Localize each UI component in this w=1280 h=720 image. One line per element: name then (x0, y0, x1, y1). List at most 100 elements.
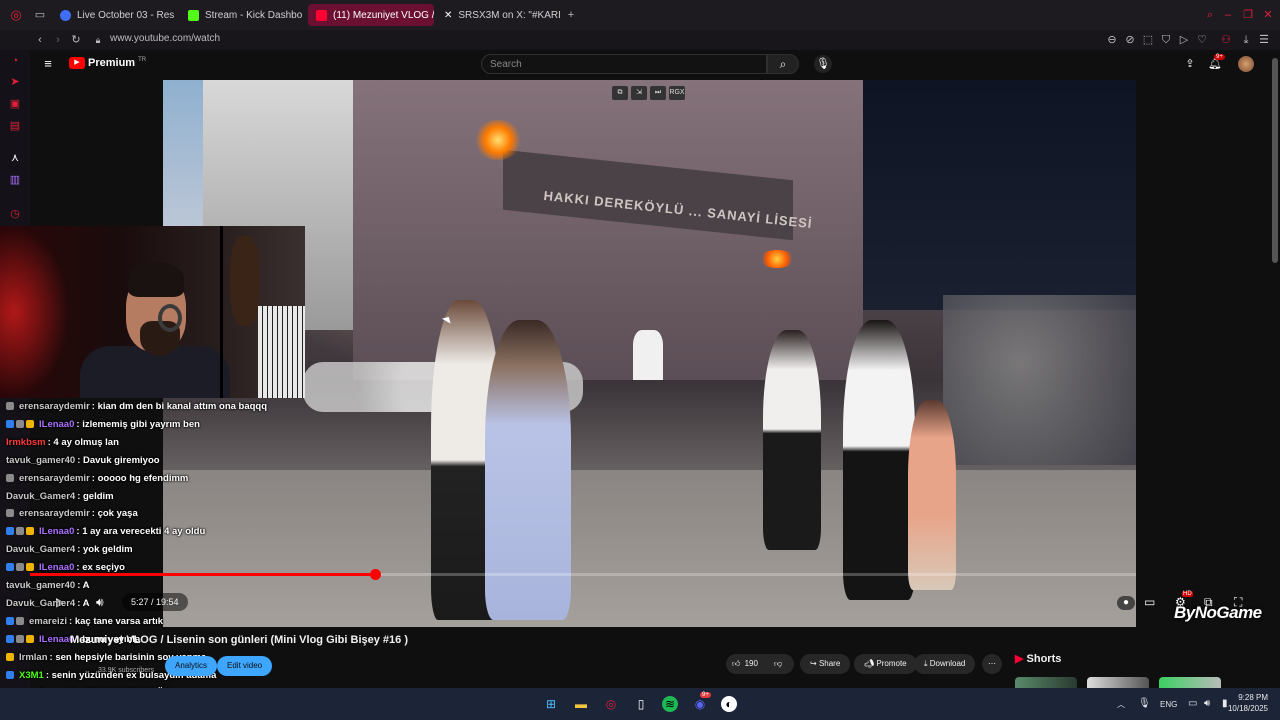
arrow-icon[interactable]: ➤ (9, 76, 21, 88)
progress-scrubber[interactable] (370, 569, 381, 580)
avatar[interactable] (1238, 56, 1254, 72)
start-icon[interactable]: ⊞ (543, 696, 559, 712)
tray-chevron-icon[interactable]: ︿ (1117, 699, 1125, 710)
tab-restream[interactable]: Live October 03 - Restrea (52, 4, 174, 26)
aria-icon[interactable]: ◔ (9, 55, 21, 67)
chat-badges (6, 616, 26, 627)
minimize-icon[interactable]: – (1222, 9, 1234, 21)
more-actions-button[interactable]: ⋯ (982, 654, 1002, 674)
clock-date[interactable]: 10/18/2025 (1226, 704, 1268, 713)
chat-username[interactable]: Davuk_Gamer4 (6, 598, 75, 609)
chat-username[interactable]: ILenaa0 (39, 562, 74, 573)
file-explorer-icon[interactable]: ▬ (573, 696, 589, 712)
spotify-icon[interactable]: ≋ (662, 696, 678, 712)
video-dancer (763, 330, 821, 550)
reload-icon[interactable]: ↻ (70, 34, 82, 46)
chat-username[interactable]: erensaraydemir (19, 401, 90, 412)
microphone-icon[interactable]: 🎙︎ (1138, 698, 1151, 709)
opera-taskbar-icon[interactable]: ◎ (603, 696, 619, 712)
overlay-skip-icon[interactable]: ⏭︎ (650, 86, 666, 100)
workspace-icon[interactable]: ▤ (9, 120, 21, 132)
related-panel (1136, 80, 1280, 627)
obs-icon[interactable]: ◐ (721, 696, 737, 712)
tab-x-post[interactable]: ✕ SRSX3M on X: "#KARDEŞ (436, 4, 560, 26)
chat-username[interactable]: X3M1 (19, 670, 44, 681)
youtube-logo[interactable]: ▶ Premium TR (69, 57, 146, 69)
short-thumbnail[interactable] (1159, 677, 1221, 688)
notepad-icon[interactable]: ▯ (633, 696, 649, 712)
upload-icon[interactable]: ⇪ (1184, 58, 1196, 70)
maximize-icon[interactable]: ❐ (1242, 9, 1254, 21)
workspaces-icon[interactable]: ▭ (34, 9, 46, 21)
edit-video-button[interactable]: Edit video (217, 656, 273, 676)
twitch-icon[interactable]: ▥ (9, 174, 21, 186)
chat-username[interactable]: Davuk_Gamer4 (6, 544, 75, 555)
messenger-icon[interactable]: ▣ (9, 98, 21, 110)
back-icon[interactable]: ‹ (34, 34, 46, 46)
kick-sidebar-icon[interactable]: ⋏ (9, 152, 21, 164)
video-dancer (843, 320, 915, 600)
clock-time[interactable]: 9:28 PM (1238, 693, 1268, 702)
new-tab-icon[interactable]: + (565, 9, 577, 21)
chat-username[interactable]: Davuk_Gamer4 (6, 491, 75, 502)
chat-text: Davuk giremiyoo (83, 454, 160, 466)
speaker-icon[interactable]: 🔊︎ (1204, 698, 1210, 709)
shorts-header[interactable]: ▶ Shorts (1015, 652, 1061, 665)
close-window-icon[interactable]: ✕ (1262, 9, 1274, 21)
chat-username[interactable]: emareizi (29, 616, 67, 627)
dislike-button[interactable]: 👎︎ (774, 654, 782, 674)
short-thumbnail[interactable] (1015, 677, 1077, 688)
zoom-icon[interactable]: ⊖ (1106, 34, 1118, 46)
download-label: Download (929, 659, 966, 668)
analytics-button[interactable]: Analytics (165, 656, 218, 676)
network-icon[interactable]: ▭ (1188, 698, 1197, 709)
share-button[interactable]: ↪ Share (800, 654, 851, 674)
tab-youtube-vlog[interactable]: (11) Mezuniyet VLOG / Lis (308, 4, 434, 26)
search-button[interactable]: ⌕ (767, 54, 799, 74)
subtitles-icon[interactable]: ▭ (1144, 595, 1155, 609)
player-icon[interactable]: ▷ (1178, 34, 1190, 46)
page-scrollbar[interactable] (1272, 58, 1278, 263)
chat-username[interactable]: Irmkbsm (6, 437, 46, 448)
search-tabs-icon[interactable]: ⌕ (1204, 9, 1216, 21)
short-thumbnail[interactable] (1087, 677, 1149, 688)
profile-icon[interactable]: ⚇ (1220, 34, 1232, 46)
promote-button[interactable]: 📣︎ Promote (854, 654, 917, 674)
forward-icon[interactable]: › (52, 34, 64, 46)
overlay-screenshot-icon[interactable]: ⧉ (612, 86, 628, 100)
chat-username[interactable]: tavuk_gamer40 (6, 455, 75, 466)
voice-search-icon[interactable]: 🎙︎ (814, 55, 832, 73)
ad-block-icon[interactable]: ⊘ (1124, 34, 1136, 46)
easy-setup-icon[interactable]: ☰ (1258, 34, 1270, 46)
opera-logo-icon[interactable]: ◎ (10, 8, 22, 21)
vpn-icon[interactable]: ⛉ (1160, 34, 1172, 46)
autoplay-toggle[interactable]: ● (1117, 596, 1135, 610)
chat-username[interactable]: ILenaa0 (39, 526, 74, 537)
search-input[interactable]: Search (481, 54, 767, 74)
overlay-popout-icon[interactable]: ⇲ (631, 86, 647, 100)
video-crowd (943, 295, 1136, 465)
chat-username[interactable]: erensaraydemir (19, 508, 90, 519)
chat-username[interactable]: ILenaa0 (39, 419, 74, 430)
history-icon[interactable]: ◷ (9, 208, 21, 220)
url-field[interactable]: www.youtube.com/watch (110, 33, 220, 44)
like-button[interactable]: 👍︎ 190 (732, 654, 758, 674)
bookmark-heart-icon[interactable]: ♡ (1196, 34, 1208, 46)
snapshot-icon[interactable]: ⬚ (1142, 34, 1154, 46)
chat-badge-icon (16, 634, 24, 643)
discord-icon[interactable]: ◉ (692, 696, 708, 712)
menu-icon[interactable]: ≡ (42, 57, 54, 70)
overlay-rgx-button[interactable]: RGX (669, 86, 685, 100)
tab-kick-dashboard[interactable]: Stream - Kick Dashboard (180, 4, 302, 26)
chat-username[interactable]: Irmlan (19, 652, 48, 663)
language-indicator[interactable]: ENG (1160, 700, 1177, 709)
youtube-play-icon: ▶ (69, 57, 85, 69)
chat-badge-icon (16, 419, 24, 428)
chat-username[interactable]: erensaraydemir (19, 473, 90, 484)
download-button[interactable]: ⤓ Download (914, 654, 976, 674)
downloads-icon[interactable]: ⤓ (1240, 34, 1252, 46)
chat-badges (6, 419, 36, 430)
lock-icon[interactable]: 🔒︎ (92, 34, 104, 46)
chat-username[interactable]: tavuk_gamer40 (6, 580, 75, 591)
download-icon: ⤓ (924, 659, 928, 668)
